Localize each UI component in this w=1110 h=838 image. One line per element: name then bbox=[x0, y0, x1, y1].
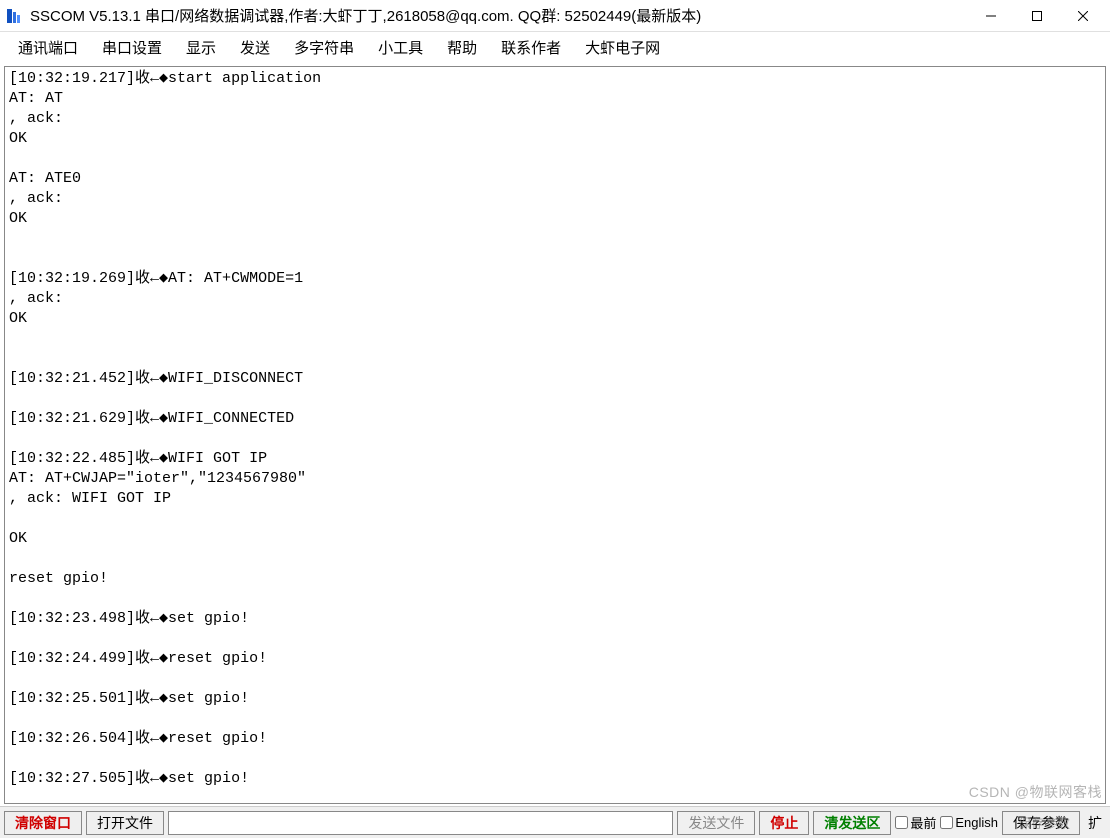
bottombar: 清除窗口 打开文件 发送文件 停止 清发送区 最前 English 保存参数 扩 bbox=[0, 806, 1110, 838]
maximize-button[interactable] bbox=[1014, 1, 1060, 31]
menu-comm-port[interactable]: 通讯端口 bbox=[6, 33, 90, 62]
clear-send-area-button[interactable]: 清发送区 bbox=[813, 811, 891, 835]
extension-label: 扩 bbox=[1084, 813, 1106, 833]
minimize-button[interactable] bbox=[968, 1, 1014, 31]
menu-help[interactable]: 帮助 bbox=[435, 33, 489, 62]
clear-window-button[interactable]: 清除窗口 bbox=[4, 811, 82, 835]
english-checkbox-label: English bbox=[955, 815, 998, 830]
file-path-input[interactable] bbox=[168, 811, 673, 835]
menu-tools[interactable]: 小工具 bbox=[366, 33, 435, 62]
log-area[interactable]: [10:32:19.217]收←◆start application AT: A… bbox=[4, 66, 1106, 804]
send-file-button[interactable]: 发送文件 bbox=[677, 811, 755, 835]
window-controls bbox=[968, 1, 1106, 31]
menu-multi-string[interactable]: 多字符串 bbox=[282, 33, 366, 62]
menu-send[interactable]: 发送 bbox=[228, 33, 282, 62]
topmost-checkbox-label: 最前 bbox=[910, 813, 936, 832]
titlebar: SSCOM V5.13.1 串口/网络数据调试器,作者:大虾丁丁,2618058… bbox=[0, 0, 1110, 32]
close-button[interactable] bbox=[1060, 1, 1106, 31]
window-title: SSCOM V5.13.1 串口/网络数据调试器,作者:大虾丁丁,2618058… bbox=[30, 5, 968, 26]
english-checkbox-input[interactable] bbox=[940, 816, 953, 829]
topmost-checkbox[interactable]: 最前 bbox=[895, 813, 936, 832]
save-params-button[interactable]: 保存参数 bbox=[1002, 811, 1080, 835]
topmost-checkbox-input[interactable] bbox=[895, 816, 908, 829]
menubar: 通讯端口 串口设置 显示 发送 多字符串 小工具 帮助 联系作者 大虾电子网 bbox=[0, 32, 1110, 62]
stop-button[interactable]: 停止 bbox=[759, 811, 809, 835]
menu-serial-settings[interactable]: 串口设置 bbox=[90, 33, 174, 62]
menu-display[interactable]: 显示 bbox=[174, 33, 228, 62]
menu-daxia-web[interactable]: 大虾电子网 bbox=[573, 33, 672, 62]
english-checkbox[interactable]: English bbox=[940, 815, 998, 830]
app-icon bbox=[4, 6, 24, 26]
open-file-button[interactable]: 打开文件 bbox=[86, 811, 164, 835]
menu-contact-author[interactable]: 联系作者 bbox=[489, 33, 573, 62]
log-content: [10:32:19.217]收←◆start application AT: A… bbox=[5, 67, 1105, 804]
